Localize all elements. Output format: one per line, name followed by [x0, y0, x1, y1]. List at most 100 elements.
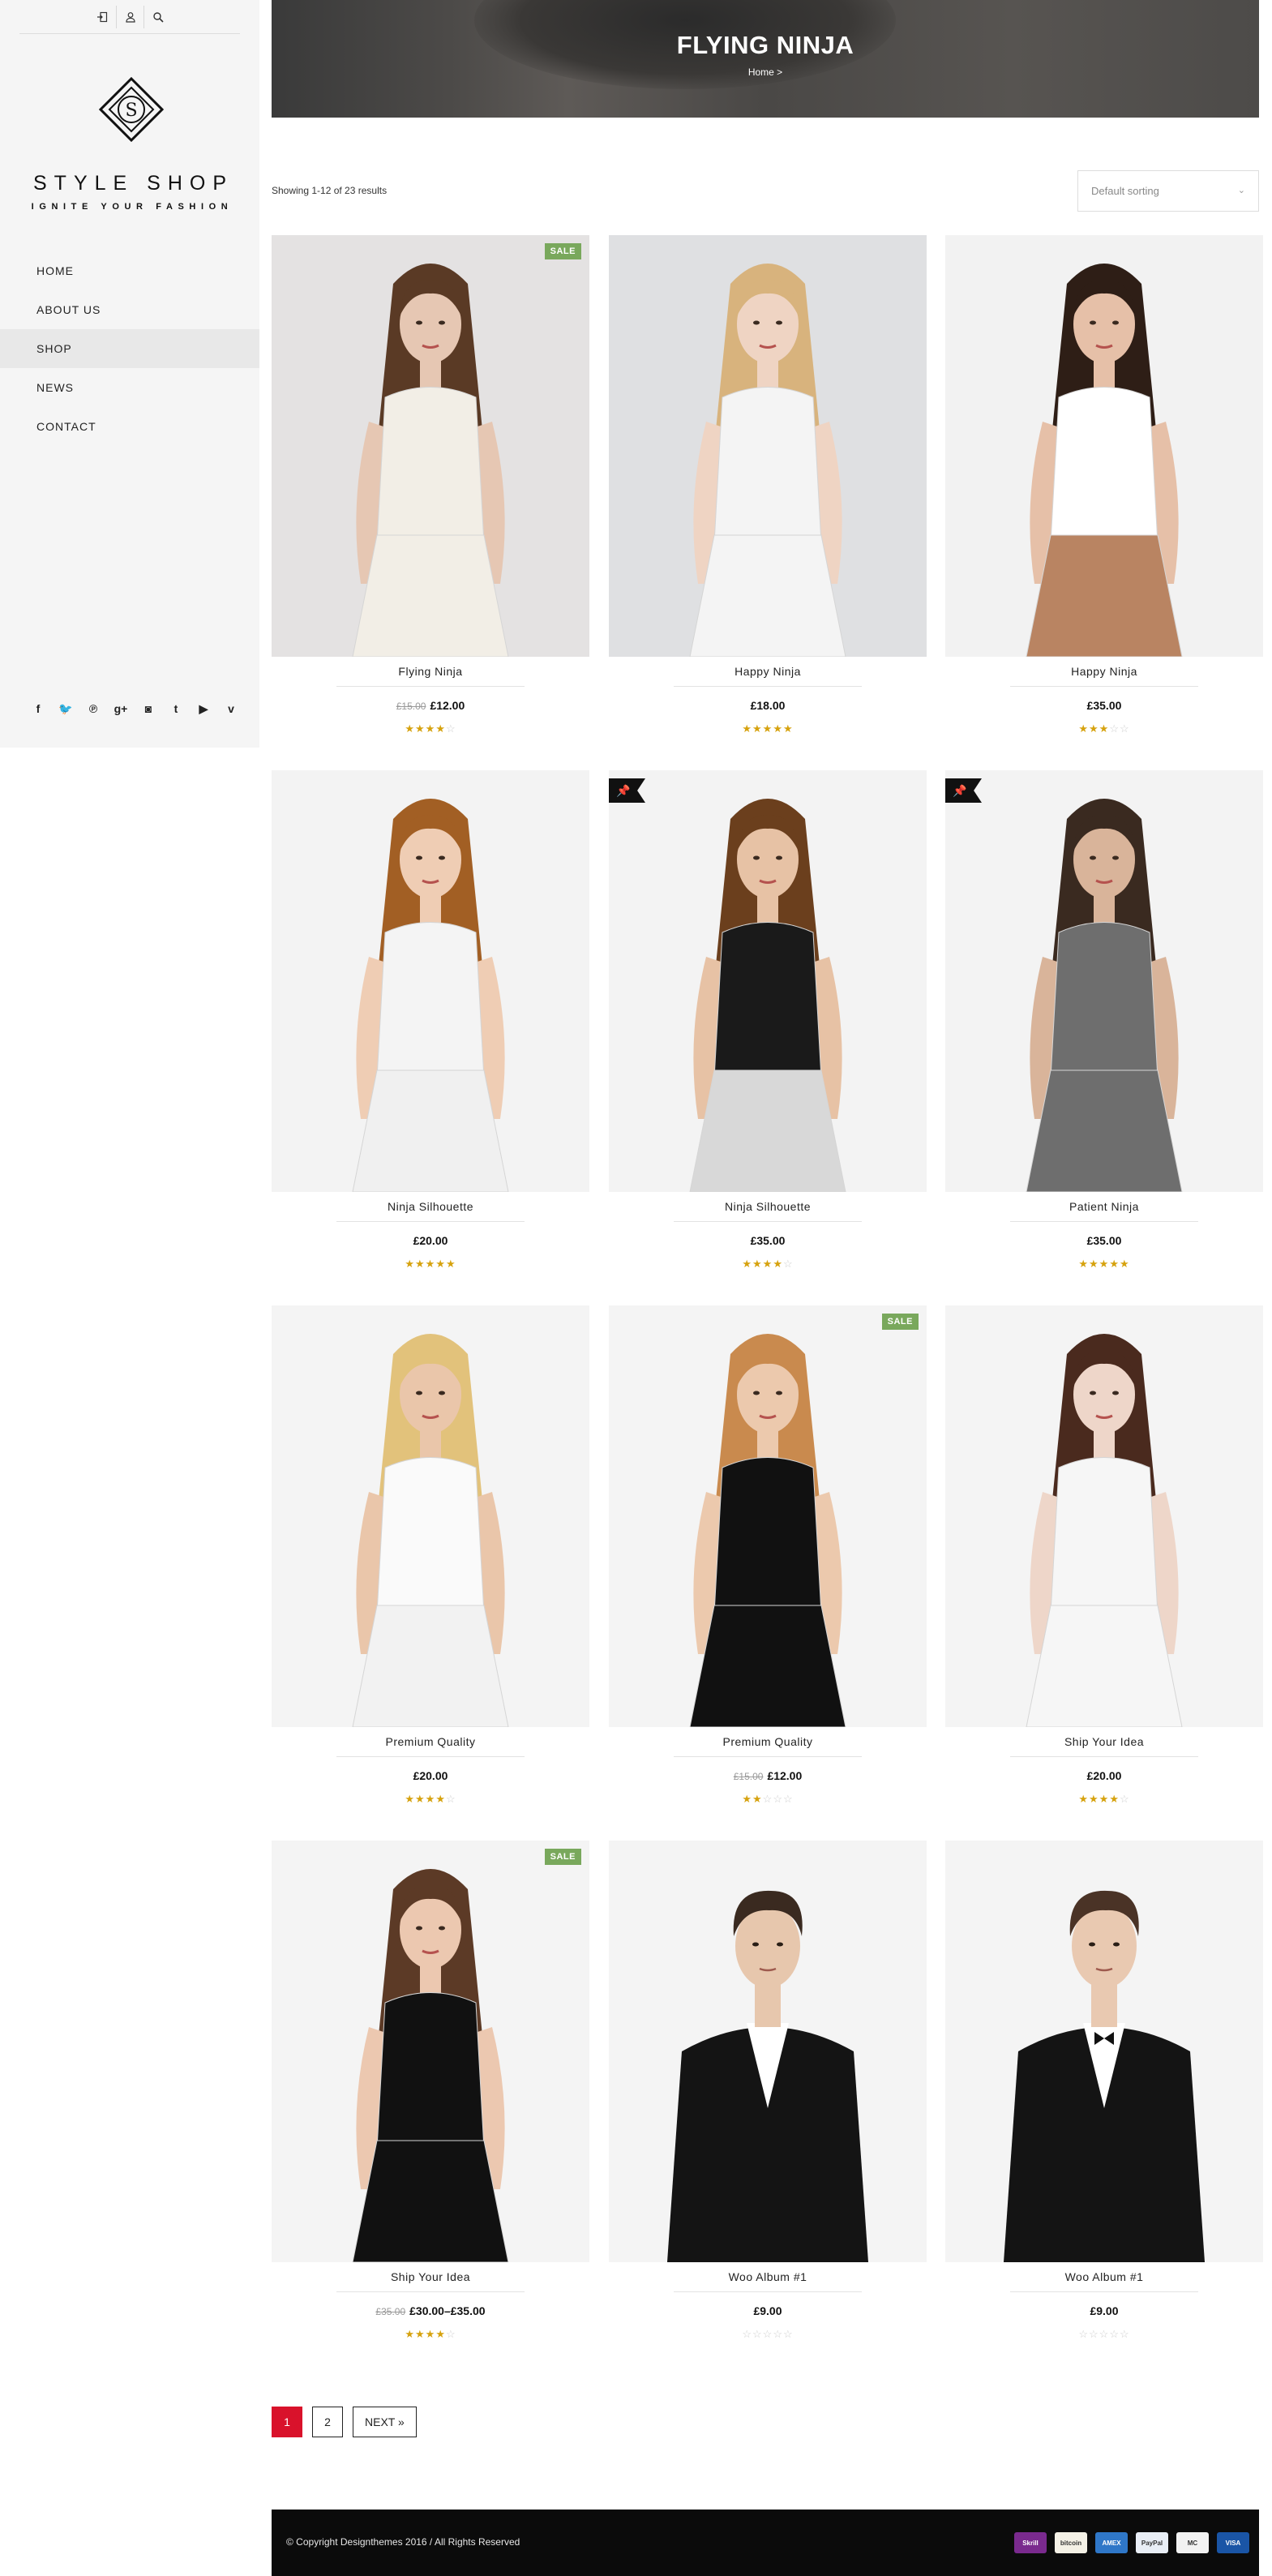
- product-image[interactable]: [272, 770, 589, 1192]
- payment-amex-icon: AMEX: [1095, 2532, 1128, 2553]
- menu-item-about-us[interactable]: ABOUT US: [0, 290, 259, 329]
- copyright-text: © Copyright Designthemes 2016 / All Righ…: [286, 2536, 520, 2548]
- product-photo: [272, 1305, 589, 1727]
- menu-item-contact[interactable]: CONTACT: [0, 407, 259, 446]
- product-price: £35.00: [609, 1234, 927, 1247]
- product-image[interactable]: SALE: [272, 1841, 589, 2262]
- product-image[interactable]: 📌: [609, 770, 927, 1192]
- product-image[interactable]: [945, 1305, 1263, 1727]
- product-image[interactable]: [945, 1841, 1263, 2262]
- pinterest-icon[interactable]: ℗: [79, 699, 107, 718]
- star-icon: ☆: [1099, 2328, 1110, 2340]
- current-price: £18.00: [750, 699, 786, 712]
- product-card[interactable]: Premium Quality £20.00 ★★★★☆: [272, 1305, 589, 1824]
- product-card[interactable]: SALE Ship Your Idea £35.00 £30.00–£35.00 ★★★…: [272, 1841, 589, 2360]
- facebook-icon[interactable]: f: [24, 699, 52, 718]
- result-count: Showing 1-12 of 23 results: [272, 185, 388, 196]
- product-card[interactable]: 📌 Patient Ninja £35.00 ★★★★★: [945, 770, 1263, 1289]
- star-icon: ☆: [1109, 2328, 1120, 2340]
- menu-item-label: SHOP: [36, 342, 72, 355]
- product-name[interactable]: Ninja Silhouette: [609, 1200, 927, 1213]
- product-card[interactable]: 📌 Ninja Silhouette £35.00 ★★★★☆: [609, 770, 927, 1289]
- product-card[interactable]: Woo Album #1 £9.00 ☆☆☆☆☆: [945, 1841, 1263, 2360]
- product-card[interactable]: Happy Ninja £18.00 ★★★★★: [609, 235, 927, 754]
- menu-item-label: HOME: [36, 264, 74, 277]
- page-2-button[interactable]: 2: [312, 2407, 343, 2437]
- product-name[interactable]: Ship Your Idea: [945, 1735, 1263, 1748]
- divider: [336, 1756, 525, 1757]
- star-rating: ★★★★★: [609, 722, 927, 735]
- product-card[interactable]: Ship Your Idea £20.00 ★★★★☆: [945, 1305, 1263, 1824]
- twitter-icon[interactable]: 🐦: [52, 699, 79, 718]
- product-image[interactable]: [609, 235, 927, 657]
- star-icon: ★: [425, 2328, 436, 2340]
- tumblr-icon[interactable]: t: [162, 699, 190, 718]
- divider: [674, 1756, 862, 1757]
- product-name[interactable]: Flying Ninja: [272, 665, 589, 678]
- star-icon: ★: [1089, 722, 1099, 735]
- sorting-select[interactable]: Default sorting ⌄: [1077, 170, 1259, 212]
- product-image[interactable]: SALE: [609, 1305, 927, 1727]
- product-name[interactable]: Woo Album #1: [609, 2270, 927, 2283]
- star-icon: ☆: [762, 2328, 773, 2340]
- product-name[interactable]: Happy Ninja: [609, 665, 927, 678]
- product-photo: [272, 1841, 589, 2262]
- current-price: £35.00: [750, 1234, 786, 1247]
- user-icon[interactable]: [116, 5, 143, 28]
- product-name[interactable]: Premium Quality: [609, 1735, 927, 1748]
- breadcrumb[interactable]: Home >: [272, 66, 1259, 78]
- search-icon[interactable]: [143, 5, 171, 28]
- star-rating: ★★☆☆☆: [609, 1793, 927, 1806]
- sorting-value: Default sorting: [1091, 185, 1159, 197]
- old-price: £35.00: [375, 2306, 406, 2317]
- product-card[interactable]: Happy Ninja £35.00 ★★★☆☆: [945, 235, 1263, 754]
- logo[interactable]: S: [98, 76, 165, 143]
- social-links: f 🐦 ℗ g+ ◙ t ▶ v: [24, 699, 245, 718]
- product-card[interactable]: SALE Flying Ninja £15.00 £12.00 ★★★★☆: [272, 235, 589, 754]
- product-image[interactable]: [609, 1841, 927, 2262]
- divider: [674, 1221, 862, 1222]
- login-icon[interactable]: [88, 6, 116, 28]
- product-card[interactable]: Ninja Silhouette £20.00 ★★★★★: [272, 770, 589, 1289]
- product-image[interactable]: 📌: [945, 770, 1263, 1192]
- product-name[interactable]: Woo Album #1: [945, 2270, 1263, 2283]
- sale-badge: SALE: [544, 243, 581, 259]
- menu-item-news[interactable]: NEWS: [0, 368, 259, 407]
- product-name[interactable]: Happy Ninja: [945, 665, 1263, 678]
- menu-item-home[interactable]: HOME: [0, 251, 259, 290]
- current-price: £12.00: [430, 699, 465, 712]
- product-image[interactable]: SALE: [272, 235, 589, 657]
- star-icon: ★: [762, 1258, 773, 1270]
- product-name[interactable]: Patient Ninja: [945, 1200, 1263, 1213]
- star-rating: ★★★★☆: [272, 1793, 589, 1806]
- star-icon: ☆: [773, 1793, 783, 1805]
- star-rating: ★★★★☆: [272, 722, 589, 735]
- current-price: £9.00: [753, 2304, 782, 2317]
- youtube-icon[interactable]: ▶: [190, 699, 217, 718]
- star-icon: ★: [445, 1258, 456, 1270]
- star-rating: ★★★★☆: [945, 1793, 1263, 1806]
- product-card[interactable]: SALE Premium Quality £15.00 £12.00 ★★☆☆☆: [609, 1305, 927, 1824]
- star-icon: ★: [1109, 1793, 1120, 1805]
- star-icon: ☆: [742, 2328, 753, 2340]
- google-plus-icon[interactable]: g+: [107, 699, 135, 718]
- vimeo-icon[interactable]: v: [217, 699, 245, 718]
- next-page-button[interactable]: NEXT »: [353, 2407, 417, 2437]
- product-price: £20.00: [272, 1769, 589, 1782]
- product-image[interactable]: [272, 1305, 589, 1727]
- product-name[interactable]: Ship Your Idea: [272, 2270, 589, 2283]
- product-image[interactable]: [945, 235, 1263, 657]
- star-icon: ★: [425, 722, 436, 735]
- product-name[interactable]: Ninja Silhouette: [272, 1200, 589, 1213]
- product-name[interactable]: Premium Quality: [272, 1735, 589, 1748]
- star-icon: ☆: [1089, 2328, 1099, 2340]
- menu-item-shop[interactable]: SHOP: [0, 329, 259, 368]
- star-rating: ★★★★★: [945, 1258, 1263, 1271]
- instagram-icon[interactable]: ◙: [135, 699, 162, 718]
- old-price: £15.00: [733, 1771, 764, 1782]
- product-card[interactable]: Woo Album #1 £9.00 ☆☆☆☆☆: [609, 1841, 927, 2360]
- star-icon: ☆: [445, 722, 456, 735]
- page-1-button[interactable]: 1: [272, 2407, 302, 2437]
- star-icon: ★: [762, 722, 773, 735]
- brand-name[interactable]: STYLE SHOP: [0, 172, 259, 195]
